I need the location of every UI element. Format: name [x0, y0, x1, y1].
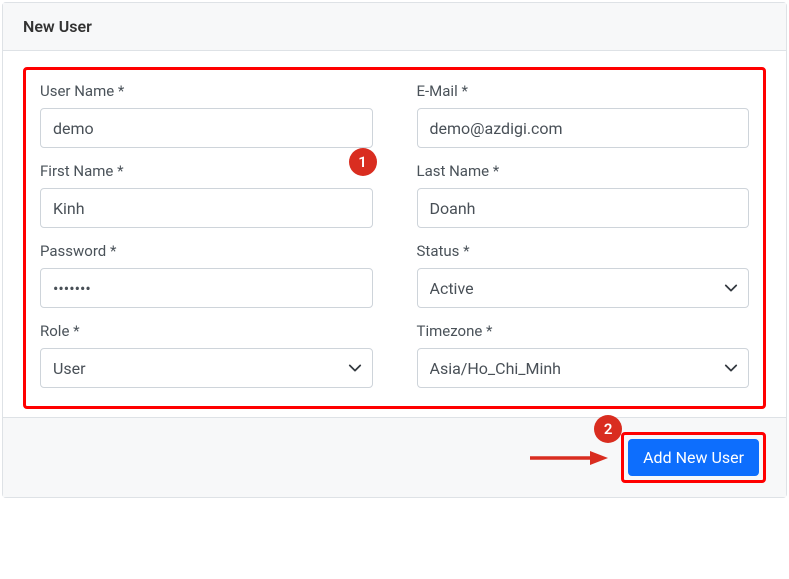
- firstname-input[interactable]: [40, 188, 373, 228]
- password-input[interactable]: [40, 268, 373, 308]
- role-group: Role * User: [40, 322, 373, 388]
- username-input[interactable]: [40, 108, 373, 148]
- status-select[interactable]: Active: [417, 268, 750, 308]
- lastname-group: Last Name *: [417, 162, 750, 228]
- status-label: Status *: [417, 242, 750, 260]
- submit-highlight-box: 2 Add New User: [621, 432, 766, 483]
- password-group: Password *: [40, 242, 373, 308]
- annotation-badge-2: 2: [594, 415, 622, 443]
- lastname-label: Last Name *: [417, 162, 750, 180]
- role-select[interactable]: User: [40, 348, 373, 388]
- firstname-label: First Name *: [40, 162, 373, 180]
- lastname-input[interactable]: [417, 188, 750, 228]
- card-body: User Name * E-Mail * First Name * 1 Last…: [3, 51, 786, 417]
- password-label: Password *: [40, 242, 373, 260]
- timezone-label: Timezone *: [417, 322, 750, 340]
- username-group: User Name *: [40, 82, 373, 148]
- username-label: User Name *: [40, 82, 373, 100]
- form-highlight-box: User Name * E-Mail * First Name * 1 Last…: [23, 67, 766, 409]
- email-label: E-Mail *: [417, 82, 750, 100]
- card-title: New User: [23, 17, 92, 36]
- annotation-badge-1: 1: [349, 148, 377, 176]
- card-header: New User: [3, 3, 786, 51]
- timezone-select[interactable]: Asia/Ho_Chi_Minh: [417, 348, 750, 388]
- form-row: First Name * 1 Last Name *: [40, 162, 749, 228]
- new-user-card: New User User Name * E-Mail * First Name…: [2, 2, 787, 498]
- add-new-user-button[interactable]: Add New User: [628, 439, 759, 476]
- email-input[interactable]: [417, 108, 750, 148]
- timezone-group: Timezone * Asia/Ho_Chi_Minh: [417, 322, 750, 388]
- status-group: Status * Active: [417, 242, 750, 308]
- card-footer: 2 Add New User: [3, 417, 786, 497]
- arrow-icon: [528, 448, 608, 468]
- firstname-group: First Name * 1: [40, 162, 373, 228]
- form-row: Password * Status * Active: [40, 242, 749, 308]
- form-row: Role * User Timezone * Asia/Ho_Chi_Minh: [40, 322, 749, 388]
- email-group: E-Mail *: [417, 82, 750, 148]
- role-label: Role *: [40, 322, 373, 340]
- form-row: User Name * E-Mail *: [40, 82, 749, 148]
